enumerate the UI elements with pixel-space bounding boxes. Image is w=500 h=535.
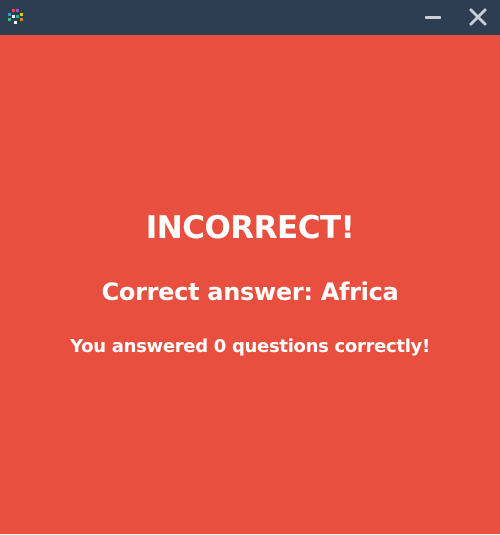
close-icon[interactable] [466,5,490,29]
quiz-result-panel: INCORRECT! Correct answer: Africa You an… [0,35,500,534]
app-logo-icon [8,9,23,24]
score-summary-text: You answered 0 questions correctly! [70,336,430,357]
result-status-heading: INCORRECT! [145,210,355,246]
title-bar[interactable] [0,0,500,35]
minimize-icon[interactable] [422,5,444,29]
app-window: INCORRECT! Correct answer: Africa You an… [0,0,500,535]
correct-answer-text: Correct answer: Africa [101,278,399,306]
